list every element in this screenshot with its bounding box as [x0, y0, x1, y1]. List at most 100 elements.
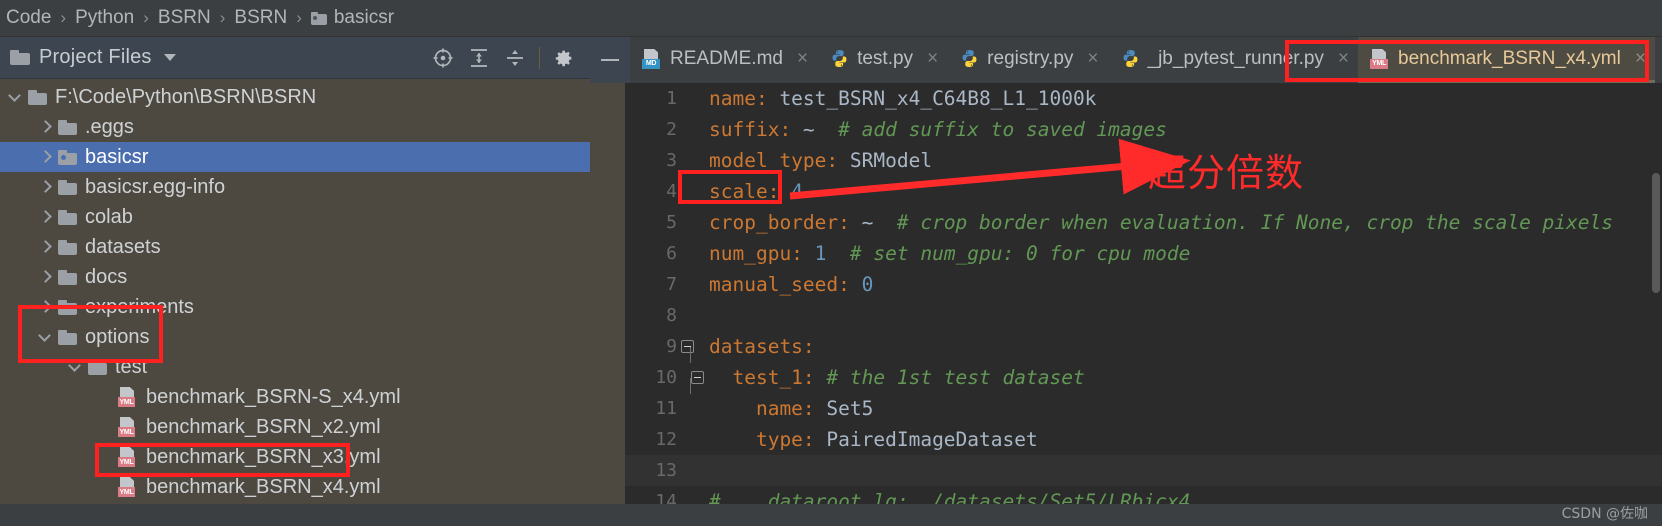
- code-token: suffix:: [709, 118, 792, 141]
- tree-item-label: basicsr.egg-info: [85, 175, 226, 198]
- yml-file-icon: YML: [118, 417, 138, 437]
- tree-item[interactable]: YML benchmark_BSRN_x2.yml: [0, 412, 590, 442]
- tree-item[interactable]: options: [0, 322, 590, 352]
- tree-item[interactable]: colab: [0, 202, 590, 232]
- md-file-icon: MD: [642, 48, 662, 69]
- chevron-down-icon[interactable]: [68, 360, 82, 374]
- tree-item-label: datasets: [85, 235, 161, 258]
- yml-file-icon: YML: [118, 387, 138, 407]
- tab-test-py[interactable]: test.py ×: [817, 37, 947, 83]
- fold-toggle-icon[interactable]: [677, 340, 705, 363]
- tree-item[interactable]: basicsr: [0, 142, 590, 172]
- line-number: 1: [666, 88, 677, 109]
- sidebar-header: Project Files: [0, 37, 590, 79]
- tree-item[interactable]: experiments: [0, 292, 590, 322]
- breadcrumb-separator: ›: [60, 8, 67, 27]
- code-line: 4 scale: 4: [625, 176, 1662, 207]
- code-token: # the 1st test dataset: [826, 366, 1085, 389]
- breadcrumb-item-code[interactable]: Code: [6, 7, 51, 29]
- code-token: crop_border:: [709, 211, 850, 234]
- chevron-down-icon[interactable]: [163, 54, 176, 61]
- tab--jb-pytest-runner-py[interactable]: _jb_pytest_runner.py ×: [1108, 37, 1359, 83]
- chevron-right-icon[interactable]: [38, 180, 52, 194]
- tree-item-label: colab: [85, 205, 133, 228]
- chevron-right-icon[interactable]: [38, 210, 52, 224]
- fold-toggle-icon[interactable]: [677, 371, 705, 394]
- minus-icon: [601, 59, 619, 61]
- line-number: 9: [666, 336, 677, 357]
- project-file-tree[interactable]: F:\Code\Python\BSRN\BSRN .eggs basicsr basi…: [0, 79, 590, 526]
- yml-file-icon: YML: [1370, 48, 1390, 69]
- expand-all-icon[interactable]: [461, 43, 497, 73]
- sidebar-toolbar: [425, 43, 582, 73]
- py-file-icon: [829, 49, 849, 69]
- breadcrumb-label: Code: [6, 7, 52, 28]
- tab-registry-py[interactable]: registry.py ×: [947, 37, 1107, 83]
- code-token: SRModel: [838, 149, 933, 172]
- tree-item-label: experiments: [85, 295, 194, 318]
- breadcrumb-item-bsrn[interactable]: BSRN: [234, 7, 287, 29]
- code-text: num_gpu: 1 # set num_gpu: 0 for cpu mode: [705, 242, 1662, 265]
- project-files-selector[interactable]: Project Files: [10, 46, 425, 69]
- folder-icon: [58, 299, 77, 315]
- line-number: 6: [666, 243, 677, 264]
- line-number: 2: [666, 119, 677, 140]
- line-number: 11: [655, 398, 677, 419]
- chevron-right-icon[interactable]: [38, 150, 52, 164]
- folder-icon: [58, 239, 77, 255]
- code-line: 11 name: Set5: [625, 393, 1662, 424]
- tree-item-label: docs: [85, 265, 128, 288]
- tree-item[interactable]: .eggs: [0, 112, 590, 142]
- code-editor[interactable]: 1 name: test_BSRN_x4_C64B8_L1_1000k 2 suffi…: [625, 83, 1662, 526]
- code-line: 1 name: test_BSRN_x4_C64B8_L1_1000k: [625, 83, 1662, 114]
- breadcrumb-item-python[interactable]: Python: [75, 7, 134, 29]
- tab-readme-md[interactable]: MD README.md ×: [630, 37, 817, 83]
- tree-item[interactable]: test: [0, 352, 590, 382]
- tree-item[interactable]: basicsr.egg-info: [0, 172, 590, 202]
- tab-benchmark-bsrn-x4-yml[interactable]: YML benchmark_BSRN_x4.yml ×: [1358, 37, 1655, 83]
- close-icon[interactable]: ×: [1087, 49, 1098, 68]
- editor-left-strip: [590, 83, 625, 526]
- breadcrumb-item-basicsr[interactable]: basicsr: [310, 7, 394, 29]
- chevron-right-icon[interactable]: [38, 270, 52, 284]
- close-icon[interactable]: ×: [1338, 49, 1349, 68]
- folder-icon: [58, 119, 77, 135]
- tree-item[interactable]: F:\Code\Python\BSRN\BSRN: [0, 82, 590, 112]
- chevron-right-icon[interactable]: [38, 240, 52, 254]
- breadcrumb-separator: ›: [143, 8, 149, 27]
- close-icon[interactable]: ×: [1635, 49, 1646, 68]
- chevron-right-icon[interactable]: [38, 300, 52, 314]
- minimize-tool-window-button[interactable]: [590, 37, 630, 83]
- editor-scrollbar[interactable]: [1652, 173, 1660, 293]
- code-token: # crop border when evaluation. If None, …: [896, 211, 1613, 234]
- close-icon[interactable]: ×: [927, 49, 938, 68]
- tree-item[interactable]: YML benchmark_BSRN-S_x4.yml: [0, 382, 590, 412]
- folder-icon: [58, 209, 77, 225]
- chevron-down-icon[interactable]: [38, 330, 52, 344]
- locate-icon[interactable]: [425, 43, 461, 73]
- chevron-down-icon[interactable]: [8, 90, 22, 104]
- code-line: 3 model_type: SRModel: [625, 145, 1662, 176]
- tree-item[interactable]: datasets: [0, 232, 590, 262]
- line-number: 8: [666, 305, 677, 326]
- tree-item[interactable]: YML benchmark_BSRN_x3.yml: [0, 442, 590, 472]
- tab-label: benchmark_BSRN_x4.yml: [1398, 47, 1621, 69]
- code-text: datasets:: [705, 335, 1662, 358]
- line-number: 5: [666, 212, 677, 233]
- tree-item[interactable]: docs: [0, 262, 590, 292]
- code-line: 5 crop_border: ~ # crop border when evalu…: [625, 207, 1662, 238]
- chevron-right-icon[interactable]: [38, 120, 52, 134]
- close-icon[interactable]: ×: [797, 49, 808, 68]
- breadcrumb-item-bsrn[interactable]: BSRN: [158, 7, 211, 29]
- code-token: num_gpu:: [709, 242, 803, 265]
- code-line: 8: [625, 300, 1662, 331]
- collapse-all-icon[interactable]: [497, 43, 533, 73]
- tree-item[interactable]: YML benchmark_BSRN_x4.yml: [0, 472, 590, 502]
- gear-icon[interactable]: [546, 43, 582, 73]
